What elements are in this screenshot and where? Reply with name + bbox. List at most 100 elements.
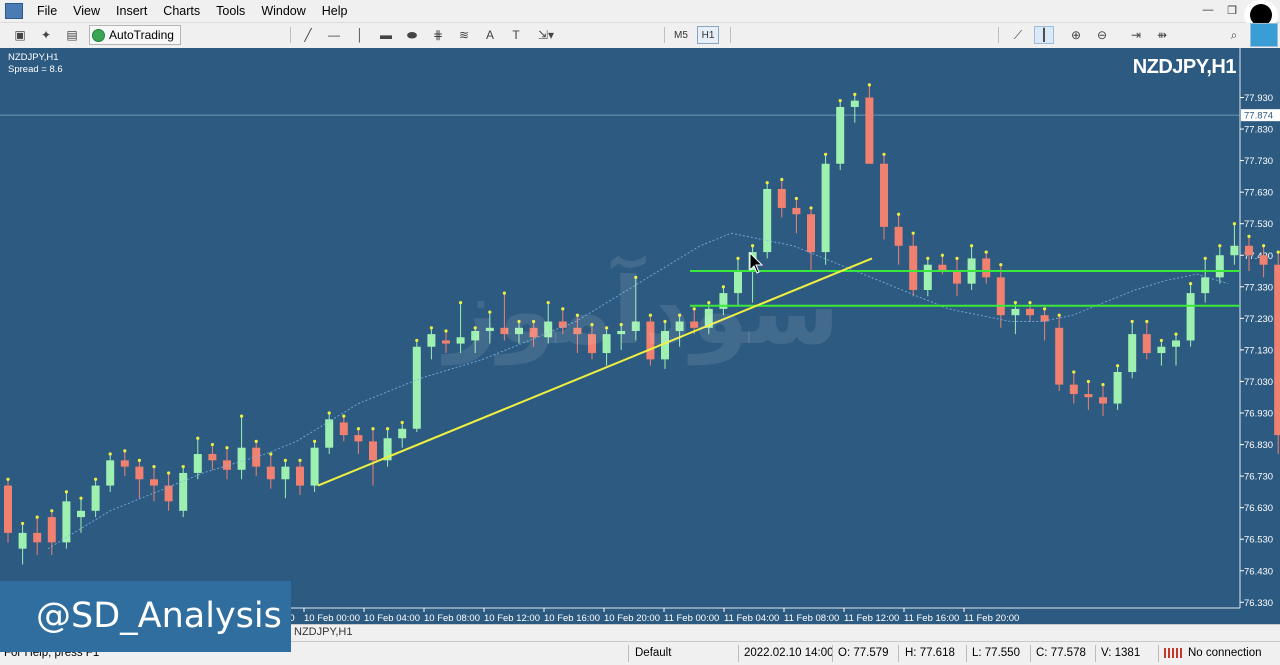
rectangle-tool-icon[interactable]: ▬ bbox=[376, 26, 396, 44]
menu-charts[interactable]: Charts bbox=[155, 0, 208, 22]
fractal-marker bbox=[181, 465, 185, 469]
vertical-line-tool-icon[interactable]: │ bbox=[350, 26, 370, 44]
candlestick-chart-icon[interactable]: ┃ bbox=[1034, 26, 1054, 44]
timeframe-m5[interactable]: M5 bbox=[670, 26, 692, 44]
fractal-marker bbox=[1174, 332, 1178, 336]
candle-body bbox=[821, 163, 830, 253]
channel-tool-icon[interactable]: ≋ bbox=[454, 26, 474, 44]
line-chart-icon[interactable]: ⟋ bbox=[1008, 26, 1028, 44]
fractal-marker bbox=[371, 427, 375, 431]
menu-insert[interactable]: Insert bbox=[108, 0, 155, 22]
market-watch-icon[interactable]: ▤ bbox=[62, 26, 82, 44]
fractal-marker bbox=[824, 152, 828, 156]
fractal-marker bbox=[254, 439, 258, 443]
candle-body bbox=[179, 472, 188, 511]
candle-body bbox=[150, 479, 158, 486]
candle-body bbox=[77, 510, 85, 518]
time-tick-label: 10 Feb 04:00 bbox=[364, 613, 420, 624]
candle-body bbox=[1084, 394, 1093, 398]
chart-symbol-small: NZDJPY,H1 bbox=[8, 52, 59, 63]
fractal-marker bbox=[940, 253, 945, 257]
fractal-marker bbox=[1232, 222, 1236, 226]
candle-body bbox=[1157, 346, 1166, 354]
candle-body bbox=[281, 466, 290, 480]
status-volume: V: 1381 bbox=[1101, 647, 1141, 659]
zoom-out-icon[interactable]: ⊖ bbox=[1092, 26, 1112, 44]
candle-body bbox=[106, 460, 115, 486]
price-tick-label: 77.130 bbox=[1244, 345, 1273, 356]
candle-body bbox=[850, 100, 859, 107]
chart-shift-icon[interactable]: ⇥ bbox=[1126, 26, 1146, 44]
chart-symbol-large: NZDJPY,H1 bbox=[1132, 56, 1237, 78]
menu-window[interactable]: Window bbox=[253, 0, 313, 22]
candle-body bbox=[120, 460, 129, 467]
fibonacci-tool-icon[interactable]: ⋕ bbox=[428, 26, 448, 44]
menu-file[interactable]: File bbox=[29, 0, 65, 22]
price-tick-label: 77.830 bbox=[1244, 125, 1273, 136]
menu-tools[interactable]: Tools bbox=[208, 0, 253, 22]
fractal-marker bbox=[867, 83, 872, 87]
status-connection[interactable]: No connection bbox=[1164, 647, 1262, 659]
time-tick-label: 10 Feb 08:00 bbox=[424, 613, 480, 624]
search-icon[interactable]: ⌕ bbox=[1224, 26, 1244, 44]
fractal-marker bbox=[6, 477, 10, 481]
candle-body bbox=[1069, 384, 1078, 395]
candle-body bbox=[266, 466, 275, 480]
candle-body bbox=[47, 517, 56, 543]
chart-area[interactable]: 77.930 77.830 77.730 77.630 77.530 77.430 77.3… bbox=[0, 48, 1280, 624]
arrows-tool-icon[interactable]: ⇲▾ bbox=[536, 26, 556, 44]
candle-body bbox=[880, 163, 888, 227]
time-tick-label: 11 Feb 00:00 bbox=[664, 613, 719, 624]
zoom-in-icon[interactable]: ⊕ bbox=[1066, 26, 1086, 44]
autotrading-button[interactable]: AutoTrading bbox=[89, 25, 181, 45]
menu-help[interactable]: Help bbox=[314, 0, 356, 22]
new-chart-icon[interactable]: ▣ bbox=[10, 26, 30, 44]
autotrading-status-icon bbox=[92, 28, 105, 42]
fractal-marker bbox=[897, 212, 901, 216]
toolbar: ▣ ✦ ▤ AutoTrading ╱ — │ ▬ ⬬ ⋕ ≋ A T ⇲▾ M… bbox=[0, 23, 1280, 49]
candle-body bbox=[208, 454, 217, 461]
restore-icon[interactable]: ❐ bbox=[1224, 3, 1240, 17]
chart-tab[interactable]: NZDJPY,H1 bbox=[290, 625, 356, 639]
candle-body bbox=[1230, 245, 1239, 256]
menu-view[interactable]: View bbox=[65, 0, 108, 22]
price-tick-label: 76.730 bbox=[1244, 472, 1273, 483]
status-low: L: 77.550 bbox=[972, 647, 1020, 659]
autoscroll-icon[interactable]: ⇻ bbox=[1152, 26, 1172, 44]
fractal-marker bbox=[356, 427, 360, 431]
minimize-icon[interactable]: — bbox=[1200, 3, 1216, 17]
text-tool-icon[interactable]: A bbox=[480, 26, 500, 44]
candle-body bbox=[412, 346, 421, 429]
fractal-marker bbox=[79, 496, 83, 500]
fractal-marker bbox=[283, 458, 287, 462]
chart-spread: Spread = 8.6 bbox=[8, 64, 63, 75]
candle-body bbox=[135, 466, 144, 480]
horizontal-line-tool-icon[interactable]: — bbox=[324, 26, 344, 44]
fractal-marker bbox=[429, 326, 433, 330]
label-tool-icon[interactable]: T bbox=[506, 26, 526, 44]
trendline-tool-icon[interactable]: ╱ bbox=[298, 26, 318, 44]
price-tick-label: 77.330 bbox=[1244, 282, 1273, 293]
fractal-marker bbox=[1101, 383, 1105, 387]
candle-body bbox=[91, 485, 100, 511]
fractal-marker bbox=[64, 490, 68, 494]
candle-body bbox=[982, 258, 991, 278]
status-profile[interactable]: Default bbox=[635, 647, 671, 659]
timeframe-h1[interactable]: H1 bbox=[697, 26, 719, 44]
fractal-marker bbox=[1043, 307, 1047, 311]
fractal-marker bbox=[21, 521, 25, 526]
fractal-marker bbox=[196, 436, 200, 440]
fractal-marker bbox=[999, 263, 1003, 267]
status-open: O: 77.579 bbox=[838, 647, 889, 659]
candle-body bbox=[1011, 308, 1020, 316]
fractal-marker bbox=[1086, 379, 1090, 384]
ellipse-tool-icon[interactable]: ⬬ bbox=[402, 26, 422, 44]
candle-body bbox=[369, 441, 377, 461]
profiles-icon[interactable]: ✦ bbox=[36, 26, 56, 44]
fractal-marker bbox=[94, 477, 98, 481]
candle-body bbox=[1099, 397, 1107, 404]
watermark-banner: @SD_Analysis bbox=[0, 581, 291, 652]
time-tick-label: 10 Feb 16:00 bbox=[544, 613, 600, 624]
account-icon[interactable] bbox=[1250, 23, 1278, 47]
price-tick-label: 77.730 bbox=[1244, 156, 1273, 167]
